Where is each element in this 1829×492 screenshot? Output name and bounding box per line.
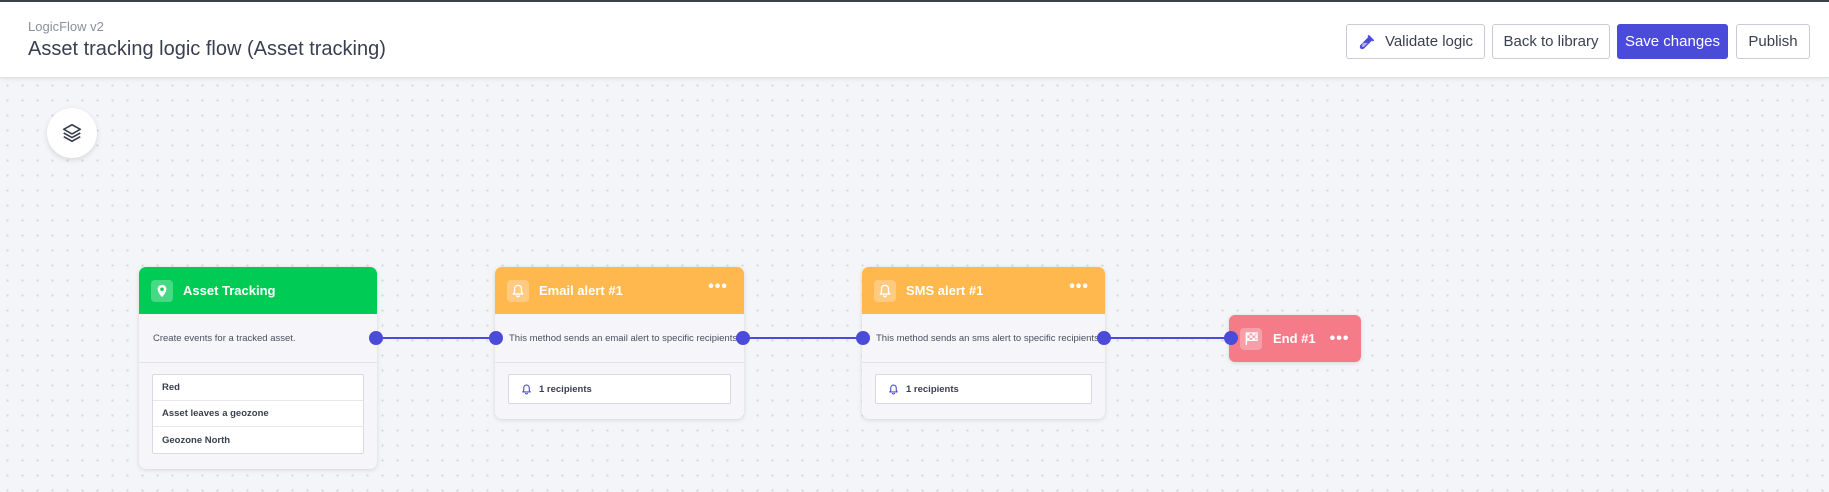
page-title: Asset tracking logic flow (Asset trackin… [28,38,386,60]
recipients-chip[interactable]: 1 recipients [875,374,1092,404]
recipients-chip[interactable]: 1 recipients [508,374,731,404]
save-changes-button[interactable]: Save changes [1617,24,1728,59]
node-end[interactable]: End #1 ••• [1229,315,1361,362]
publish-button[interactable]: Publish [1736,24,1810,59]
input-port[interactable] [489,331,503,345]
flask-icon [1359,34,1375,49]
layers-icon [62,123,82,143]
bell-icon [889,383,898,395]
node-sms-alert-description: This method sends an sms alert to specif… [862,314,1105,363]
condition-list: Red Asset leaves a geozone Geozone North [152,374,364,454]
more-options-icon[interactable]: ••• [708,278,728,296]
input-port[interactable] [856,331,870,345]
node-email-alert-description: This method sends an email alert to spec… [495,314,744,363]
node-sms-alert[interactable]: SMS alert #1 ••• This method sends an sm… [862,267,1105,419]
output-port[interactable] [1097,331,1111,345]
checkered-flag-icon [1245,332,1258,346]
output-port[interactable] [736,331,750,345]
output-port[interactable] [369,331,383,345]
condition-item[interactable]: Asset leaves a geozone [153,401,363,427]
back-to-library-button[interactable]: Back to library [1492,24,1610,59]
node-asset-tracking-title: Asset Tracking [183,283,276,298]
node-end-title: End #1 [1273,331,1316,346]
node-asset-tracking-description: Create events for a tracked asset. [139,314,377,363]
node-sms-alert-title: SMS alert #1 [906,283,984,298]
condition-item[interactable]: Geozone North [153,427,363,453]
recipients-label: 1 recipients [539,383,592,395]
recipients-label: 1 recipients [906,383,959,395]
layers-button[interactable] [47,108,97,158]
node-email-alert-header[interactable]: Email alert #1 ••• [495,267,744,314]
input-port[interactable] [1224,331,1238,345]
save-changes-label: Save changes [1624,33,1721,50]
bell-icon [522,383,531,395]
node-asset-tracking-header[interactable]: Asset Tracking [139,267,377,314]
bell-icon [512,284,524,297]
location-pin-icon [157,284,167,297]
condition-item[interactable]: Red [153,375,363,401]
bell-icon [879,284,891,297]
more-options-icon[interactable]: ••• [1069,278,1089,296]
node-email-alert[interactable]: Email alert #1 ••• This method sends an … [495,267,744,419]
app-name: LogicFlow v2 [28,19,104,34]
top-header: LogicFlow v2 Asset tracking logic flow (… [0,0,1829,78]
publish-label: Publish [1748,33,1798,50]
validate-logic-button[interactable]: Validate logic [1346,24,1485,59]
more-options-icon[interactable]: ••• [1330,330,1350,348]
node-sms-alert-header[interactable]: SMS alert #1 ••• [862,267,1105,314]
validate-logic-label: Validate logic [1384,33,1474,50]
back-to-library-label: Back to library [1503,33,1599,50]
node-asset-tracking[interactable]: Asset Tracking Create events for a track… [139,267,377,469]
node-email-alert-title: Email alert #1 [539,283,623,298]
